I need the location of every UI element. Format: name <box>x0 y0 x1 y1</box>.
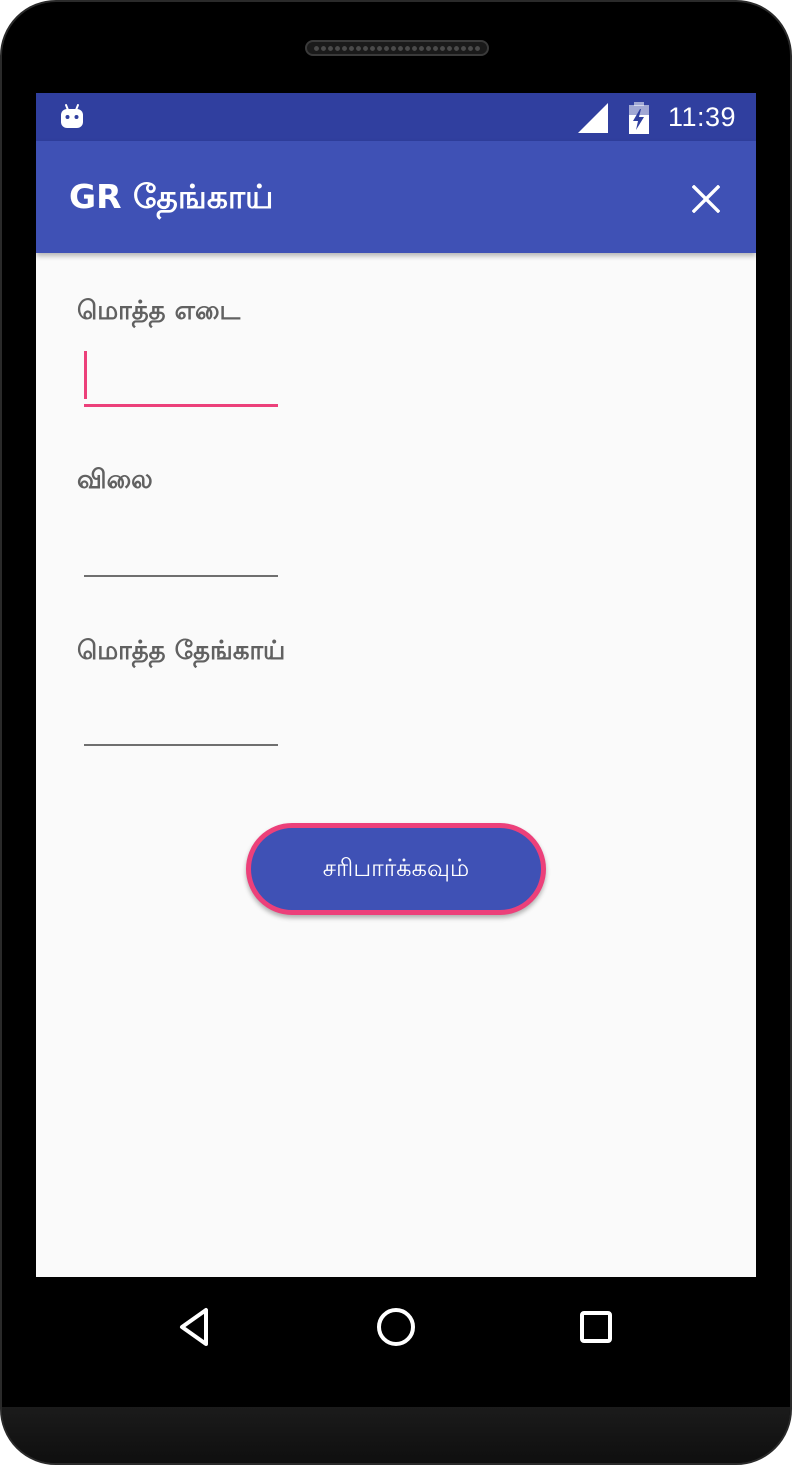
check-button[interactable]: சரிபார்க்கவும் <box>246 823 546 915</box>
close-button[interactable] <box>678 171 734 227</box>
total-weight-input[interactable] <box>84 351 278 407</box>
app-screen: 11:39 GR தேங்காய் மொத்த எடை விலை மொத்த த… <box>36 93 756 1277</box>
total-coconut-label: மொத்த தேங்காய் <box>77 636 286 666</box>
total-weight-label: மொத்த எடை <box>77 296 241 326</box>
price-label: விலை <box>77 465 153 495</box>
navigation-bar <box>36 1277 756 1377</box>
recents-square-icon[interactable] <box>572 1303 620 1351</box>
back-triangle-icon[interactable] <box>172 1303 220 1351</box>
close-icon <box>692 185 720 213</box>
earpiece-speaker <box>305 40 489 56</box>
android-debug-icon <box>61 104 83 128</box>
phone-chin <box>2 1407 790 1463</box>
app-title: GR தேங்காய் <box>69 177 274 216</box>
total-coconut-input[interactable] <box>84 690 278 746</box>
battery-charging-icon <box>629 102 649 134</box>
cell-signal-icon <box>578 103 608 133</box>
status-bar: 11:39 <box>36 93 756 141</box>
app-bar: GR தேங்காய் <box>36 141 756 253</box>
price-input[interactable] <box>84 521 278 577</box>
text-cursor <box>84 351 87 399</box>
home-circle-icon[interactable] <box>372 1303 420 1351</box>
status-time: 11:39 <box>668 102 737 132</box>
